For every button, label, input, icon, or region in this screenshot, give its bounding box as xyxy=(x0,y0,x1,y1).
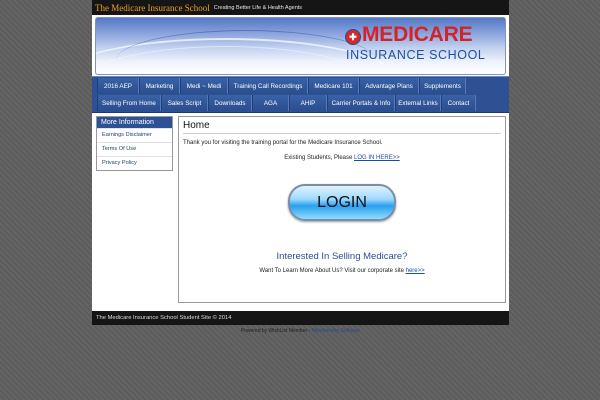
site-title[interactable]: The Medicare Insurance School xyxy=(95,3,210,13)
membership-software-link[interactable]: Membership Software xyxy=(312,328,361,334)
powered-by-text: Powered by WishList Member - xyxy=(240,328,312,334)
content-area: More Information Earnings Disclaimer Ter… xyxy=(92,113,509,311)
interested-heading: Interested In Selling Medicare? xyxy=(276,251,408,262)
sidebar-item-terms-of-use[interactable]: Terms Of Use xyxy=(97,142,172,156)
header-banner[interactable]: ✚ MEDICARE INSURANCE SCHOOL xyxy=(95,17,506,75)
footer-bar: The Medicare Insurance School Student Si… xyxy=(92,311,509,325)
nav-item-medicare-101[interactable]: Medicare 101 xyxy=(308,78,359,94)
nav-item-training-call-recordings[interactable]: Training Call Recordings xyxy=(228,78,308,94)
main-navigation: 2016 AEP Marketing Medi ~ Medi Training … xyxy=(92,76,509,113)
nav-item-carrier-portals[interactable]: Carrier Portals & Info xyxy=(327,95,395,111)
nav-item-external-links[interactable]: External Links xyxy=(395,95,441,111)
sidebar: More Information Earnings Disclaimer Ter… xyxy=(96,116,173,303)
copyright-text: The Medicare Insurance School Student Si… xyxy=(96,315,232,321)
logo-main-text: MEDICARE xyxy=(362,23,473,46)
thanks-text: Thank you for visiting the training port… xyxy=(183,140,383,146)
sidebar-heading: More Information xyxy=(97,117,172,128)
more-information-widget: More Information Earnings Disclaimer Ter… xyxy=(96,116,173,171)
corporate-site-link[interactable]: here>> xyxy=(406,268,425,274)
nav-item-selling-from-home[interactable]: Selling From Home xyxy=(97,95,161,111)
login-button-wrap: LOGIN xyxy=(183,184,501,221)
existing-students-text: Existing Students, Please xyxy=(284,155,355,161)
nav-item-ahip[interactable]: AHIP xyxy=(289,95,327,111)
nav-row-1: 2016 AEP Marketing Medi ~ Medi Training … xyxy=(97,78,509,94)
banner-area: ✚ MEDICARE INSURANCE SCHOOL xyxy=(92,15,509,76)
banner-swoosh xyxy=(116,30,376,74)
learn-more-line: Want To Learn More About Us? Visit our c… xyxy=(183,268,501,274)
page-title: Home xyxy=(183,120,501,134)
login-here-link[interactable]: LOG IN HERE>> xyxy=(354,155,400,161)
nav-item-2016-aep[interactable]: 2016 AEP xyxy=(97,78,139,94)
page-wrapper: The Medicare Insurance School Creating B… xyxy=(92,0,509,334)
top-bar: The Medicare Insurance School Creating B… xyxy=(92,0,509,15)
nav-row-2: Selling From Home Sales Script Downloads… xyxy=(97,95,509,111)
main-panel: Home Thank you for visiting the training… xyxy=(178,116,506,303)
nav-item-downloads[interactable]: Downloads xyxy=(208,95,252,111)
powered-by: Powered by WishList Member - Membership … xyxy=(92,328,509,334)
nav-item-sales-script[interactable]: Sales Script xyxy=(161,95,208,111)
login-button[interactable]: LOGIN xyxy=(288,184,396,221)
medical-cross-icon: ✚ xyxy=(345,29,361,45)
nav-item-supplements[interactable]: Supplements xyxy=(419,78,466,94)
nav-item-contact[interactable]: Contact xyxy=(441,95,476,111)
school-logo: ✚ MEDICARE INSURANCE SCHOOL xyxy=(345,23,495,66)
site-tagline: Creating Better Life & Health Agents xyxy=(213,4,303,11)
nav-item-marketing[interactable]: Marketing xyxy=(139,78,180,94)
sidebar-item-privacy-policy[interactable]: Privacy Policy xyxy=(97,156,172,170)
existing-students-line: Existing Students, Please LOG IN HERE>> xyxy=(183,155,501,161)
logo-sub-text: INSURANCE SCHOOL xyxy=(346,48,486,62)
learn-more-text: Want To Learn More About Us? Visit our c… xyxy=(259,268,406,274)
sidebar-item-earnings-disclaimer[interactable]: Earnings Disclaimer xyxy=(97,128,172,142)
nav-item-aga[interactable]: AGA xyxy=(252,95,289,111)
nav-item-medi-medi[interactable]: Medi ~ Medi xyxy=(180,78,228,94)
nav-item-advantage-plans[interactable]: Advantage Plans xyxy=(359,78,419,94)
